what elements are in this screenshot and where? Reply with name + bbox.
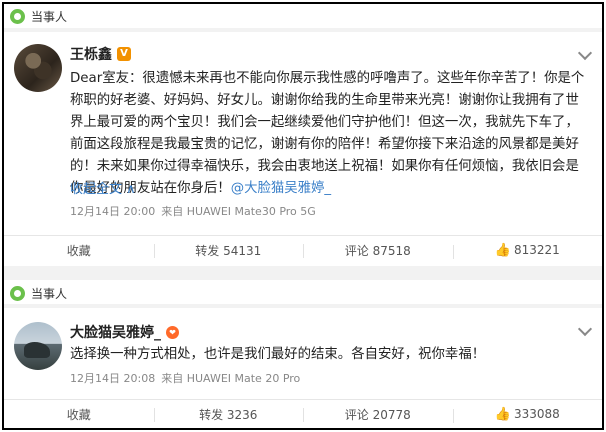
- separator: [4, 28, 602, 32]
- favorite-label: 收藏: [66, 244, 91, 258]
- chevron-down-icon[interactable]: [577, 45, 593, 61]
- repost-label: 转发 3236: [199, 408, 258, 422]
- map-pin-icon: [10, 286, 25, 301]
- post1-tag: 当事人: [10, 8, 67, 25]
- thumbs-up-icon: 👍: [494, 243, 511, 258]
- map-pin-icon: [10, 9, 25, 24]
- post2-tag: 当事人: [10, 285, 67, 302]
- repost-button[interactable]: 转发 54131: [153, 242, 304, 259]
- post2-date: 12月14日 20:08: [70, 372, 156, 385]
- like-count: 333088: [513, 407, 560, 421]
- post-gap: [4, 266, 602, 280]
- thumbs-up-icon: 👍: [494, 407, 511, 422]
- favorite-button[interactable]: 收藏: [4, 406, 154, 423]
- post2-tag-label: 当事人: [31, 287, 68, 301]
- like-button[interactable]: 👍 333088: [452, 407, 603, 423]
- post1-meta: 12月14日 20:00 来自 HUAWEI Mate30 Pro 5G: [70, 203, 316, 219]
- post2-author[interactable]: 大脸猫吴雅婷_ ❤: [70, 322, 179, 342]
- post2-body: 选择换一种方式相处，也许是我们最好的结束。各自安好，祝你幸福！: [70, 344, 590, 366]
- chevron-down-icon[interactable]: [577, 321, 593, 337]
- post1-date: 12月14日 20:00: [70, 205, 156, 218]
- post2-action-bar: 收藏 转发 3236 评论 20778 👍 333088: [4, 399, 603, 428]
- verified-badge-icon: V: [117, 47, 131, 61]
- post1-author[interactable]: 王栎鑫 V: [70, 44, 131, 64]
- favorite-button[interactable]: 收藏: [4, 242, 154, 259]
- post2-body-text: 选择换一种方式相处，也许是我们最好的结束。各自安好，祝你幸福！: [70, 347, 486, 362]
- collapse-link[interactable]: 收起全文 ∧: [70, 178, 136, 197]
- comment-button[interactable]: 评论 20778: [303, 406, 453, 423]
- comment-button[interactable]: 评论 87518: [303, 242, 453, 259]
- heart-badge-icon: ❤: [166, 325, 179, 339]
- like-count: 813221: [513, 243, 560, 257]
- post2-source: 来自 HUAWEI Mate 20 Pro: [161, 372, 301, 385]
- post1-body-text: Dear室友：很遗憾未来再也不能向你展示我性感的呼噜声了。这些年你辛苦了！你是个…: [70, 71, 585, 196]
- like-button[interactable]: 👍 813221: [452, 243, 603, 259]
- post1-body: Dear室友：很遗憾未来再也不能向你展示我性感的呼噜声了。这些年你辛苦了！你是个…: [70, 68, 590, 200]
- post2-avatar[interactable]: [14, 322, 62, 370]
- weibo-screenshot-frame: 当事人 王栎鑫 V Dear室友：很遗憾未来再也不能向你展示我性感的呼噜声了。这…: [2, 2, 604, 430]
- post1-author-name[interactable]: 王栎鑫: [70, 44, 112, 64]
- comment-label: 评论 87518: [344, 244, 411, 258]
- post1-source: 来自 HUAWEI Mate30 Pro 5G: [161, 205, 316, 218]
- repost-button[interactable]: 转发 3236: [153, 406, 304, 423]
- favorite-label: 收藏: [66, 408, 91, 422]
- separator: [4, 304, 602, 308]
- post1-avatar[interactable]: [14, 44, 62, 92]
- comment-label: 评论 20778: [344, 408, 411, 422]
- repost-label: 转发 54131: [195, 244, 262, 258]
- post2-author-name[interactable]: 大脸猫吴雅婷_: [70, 322, 161, 342]
- post2-meta: 12月14日 20:08 来自 HUAWEI Mate 20 Pro: [70, 370, 300, 386]
- post1-tag-label: 当事人: [31, 10, 68, 24]
- post1-mention-link[interactable]: @大脸猫吴雅婷_: [231, 181, 331, 196]
- post1-action-bar: 收藏 转发 54131 评论 87518 👍 813221: [4, 235, 602, 265]
